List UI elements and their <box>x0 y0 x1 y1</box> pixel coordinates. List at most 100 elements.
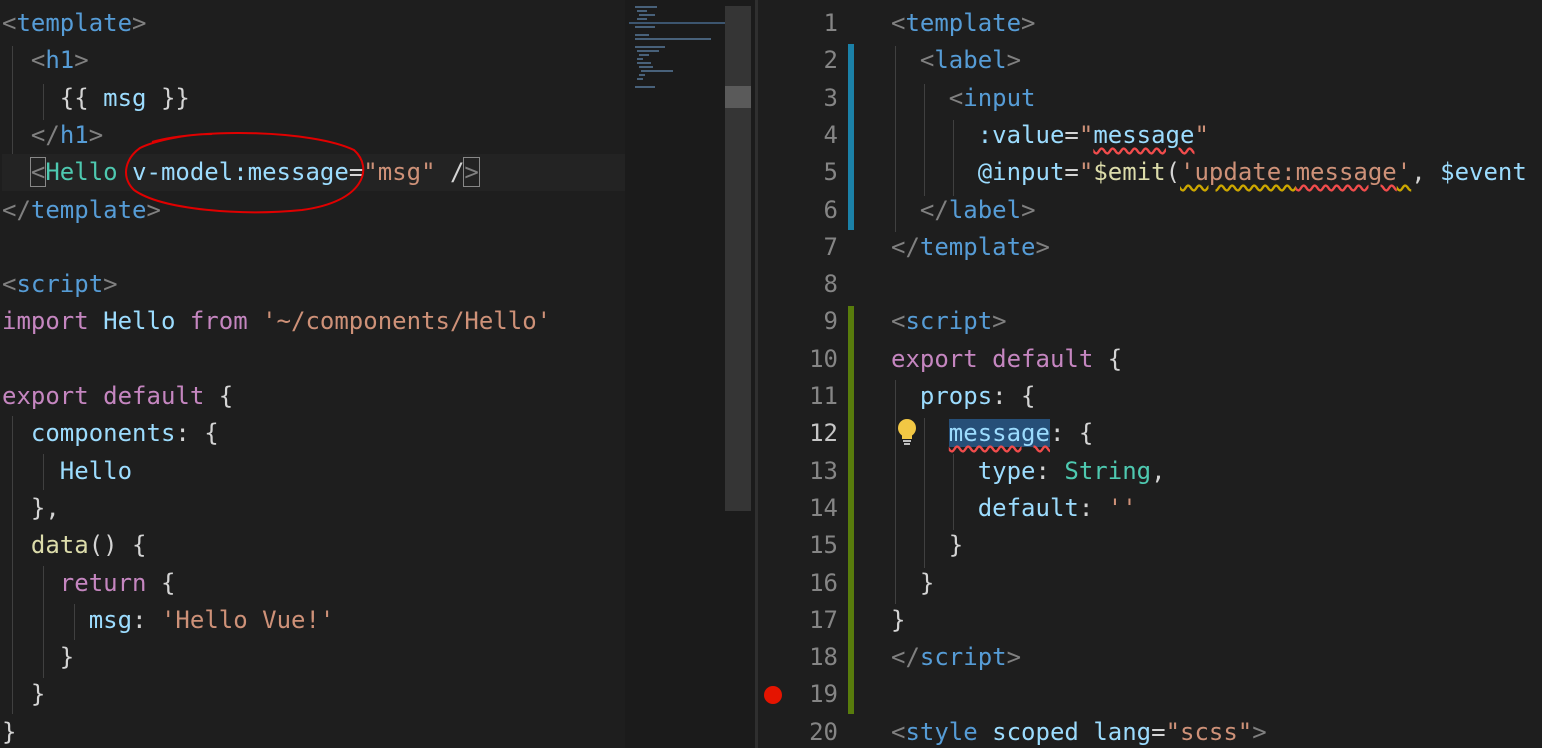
code-token: > <box>1021 9 1036 37</box>
code-line[interactable]: export default { <box>891 341 1542 378</box>
code-line[interactable]: {{ msg }} <box>2 80 625 117</box>
code-line[interactable]: return { <box>2 565 625 602</box>
code-line[interactable]: <h1> <box>2 42 625 79</box>
code-line[interactable] <box>2 229 625 266</box>
line-number[interactable]: 7 <box>788 229 838 266</box>
code-line[interactable]: <input <box>891 80 1542 117</box>
scrollbar-track[interactable] <box>725 6 751 511</box>
code-line[interactable]: message: { <box>891 415 1542 452</box>
code-line[interactable]: }, <box>2 490 625 527</box>
code-token: template <box>30 195 147 224</box>
line-number[interactable]: 20 <box>788 714 838 748</box>
code-token: '~/components/Hello' <box>262 307 552 336</box>
minimap-line <box>639 74 645 76</box>
line-number[interactable]: 6 <box>788 192 838 229</box>
code-token: : { <box>992 382 1036 410</box>
code-token: </ <box>919 195 949 224</box>
minimap-line <box>635 38 711 40</box>
line-number[interactable]: 18 <box>788 639 838 676</box>
code-line[interactable]: <label> <box>891 42 1542 79</box>
line-number[interactable]: 2 <box>788 42 838 79</box>
line-number[interactable]: 10 <box>788 341 838 378</box>
code-line[interactable]: </template> <box>891 229 1542 266</box>
line-number[interactable]: 5 <box>788 154 838 191</box>
change-indicator-modified[interactable] <box>848 44 854 230</box>
code-line[interactable] <box>891 676 1542 713</box>
line-number[interactable]: 16 <box>788 565 838 602</box>
minimap[interactable] <box>625 0 755 748</box>
code-line[interactable]: </h1> <box>2 117 625 154</box>
code-line[interactable]: } <box>2 714 625 748</box>
line-number[interactable]: 1 <box>788 5 838 42</box>
code-line[interactable]: import Hello from '~/components/Hello' <box>2 303 625 340</box>
line-number[interactable]: 12 <box>788 415 838 452</box>
left-editor-pane[interactable]: <template> <h1> {{ msg }} </h1> <Hello v… <box>0 0 625 748</box>
code-line[interactable]: @input="$emit('update:message', $event <box>891 154 1542 191</box>
code-token: { <box>146 568 176 597</box>
code-line[interactable]: data() { <box>2 527 625 564</box>
line-number[interactable]: 13 <box>788 453 838 490</box>
code-token: String <box>1064 456 1152 485</box>
code-line[interactable]: } <box>891 602 1542 639</box>
lightbulb-icon[interactable] <box>895 418 919 446</box>
code-line[interactable]: :value="message" <box>891 117 1542 154</box>
code-line[interactable]: components: { <box>2 415 625 452</box>
line-number[interactable]: 15 <box>788 527 838 564</box>
code-token: lang <box>1093 717 1152 746</box>
code-token: : <box>1035 456 1065 485</box>
code-token: default <box>992 344 1094 373</box>
minimap-line <box>637 10 647 12</box>
minimap-line <box>641 70 673 72</box>
code-line[interactable] <box>2 341 625 378</box>
code-line[interactable]: } <box>891 527 1542 564</box>
code-line[interactable]: </script> <box>891 639 1542 676</box>
code-line[interactable]: <Hello v-model:message="msg" /> <box>2 154 625 192</box>
right-code-area[interactable]: <template> <label> <input :value="messag… <box>891 0 1542 748</box>
code-line[interactable]: <script> <box>891 303 1542 340</box>
code-line[interactable]: } <box>2 676 625 713</box>
line-number[interactable]: 8 <box>788 266 838 303</box>
code-token: message <box>1295 158 1397 187</box>
code-token: $emit <box>1093 158 1166 187</box>
code-line[interactable]: default: '' <box>891 490 1542 527</box>
code-line[interactable]: Hello <box>2 453 625 490</box>
code-token: } <box>2 680 46 709</box>
change-indicator-added[interactable] <box>848 306 854 714</box>
code-line[interactable]: props: { <box>891 378 1542 415</box>
line-number[interactable]: 14 <box>788 490 838 527</box>
code-line[interactable]: } <box>891 565 1542 602</box>
right-editor-pane[interactable]: 1 2 3 4 5 6 7 8 9 10 11 12 13 14 15 16 17 18 19 20 <templat… <box>758 0 1542 748</box>
line-number-gutter[interactable]: 1 2 3 4 5 6 7 8 9 10 11 12 13 14 15 16 17 18 19 20 <box>758 0 858 748</box>
code-token: }} <box>146 83 190 112</box>
code-line[interactable] <box>891 266 1542 303</box>
line-number[interactable]: 17 <box>788 602 838 639</box>
breakpoint-icon[interactable] <box>764 686 782 704</box>
code-token: > <box>1006 643 1022 672</box>
line-number[interactable]: 9 <box>788 303 838 340</box>
code-line[interactable]: <script> <box>2 266 625 303</box>
code-token: return <box>59 568 147 597</box>
code-line[interactable]: type: String, <box>891 453 1542 490</box>
line-number[interactable]: 3 <box>788 80 838 117</box>
line-number[interactable]: 4 <box>788 117 838 154</box>
code-line[interactable]: <template> <box>2 5 625 42</box>
code-line[interactable]: export default { <box>2 378 625 415</box>
line-number[interactable]: 11 <box>788 378 838 415</box>
scrollbar-thumb[interactable] <box>725 86 751 108</box>
code-token: } <box>891 605 906 634</box>
code-line[interactable]: <template> <box>891 5 1542 42</box>
code-line[interactable]: </template> <box>2 192 625 229</box>
code-line[interactable]: msg: 'Hello Vue!' <box>2 602 625 639</box>
line-number[interactable]: 19 <box>788 676 838 713</box>
code-line[interactable]: <style scoped lang="scss"> <box>891 714 1542 748</box>
code-line[interactable]: } <box>2 639 625 676</box>
code-line[interactable]: </label> <box>891 192 1542 229</box>
code-token: = <box>1151 717 1166 746</box>
